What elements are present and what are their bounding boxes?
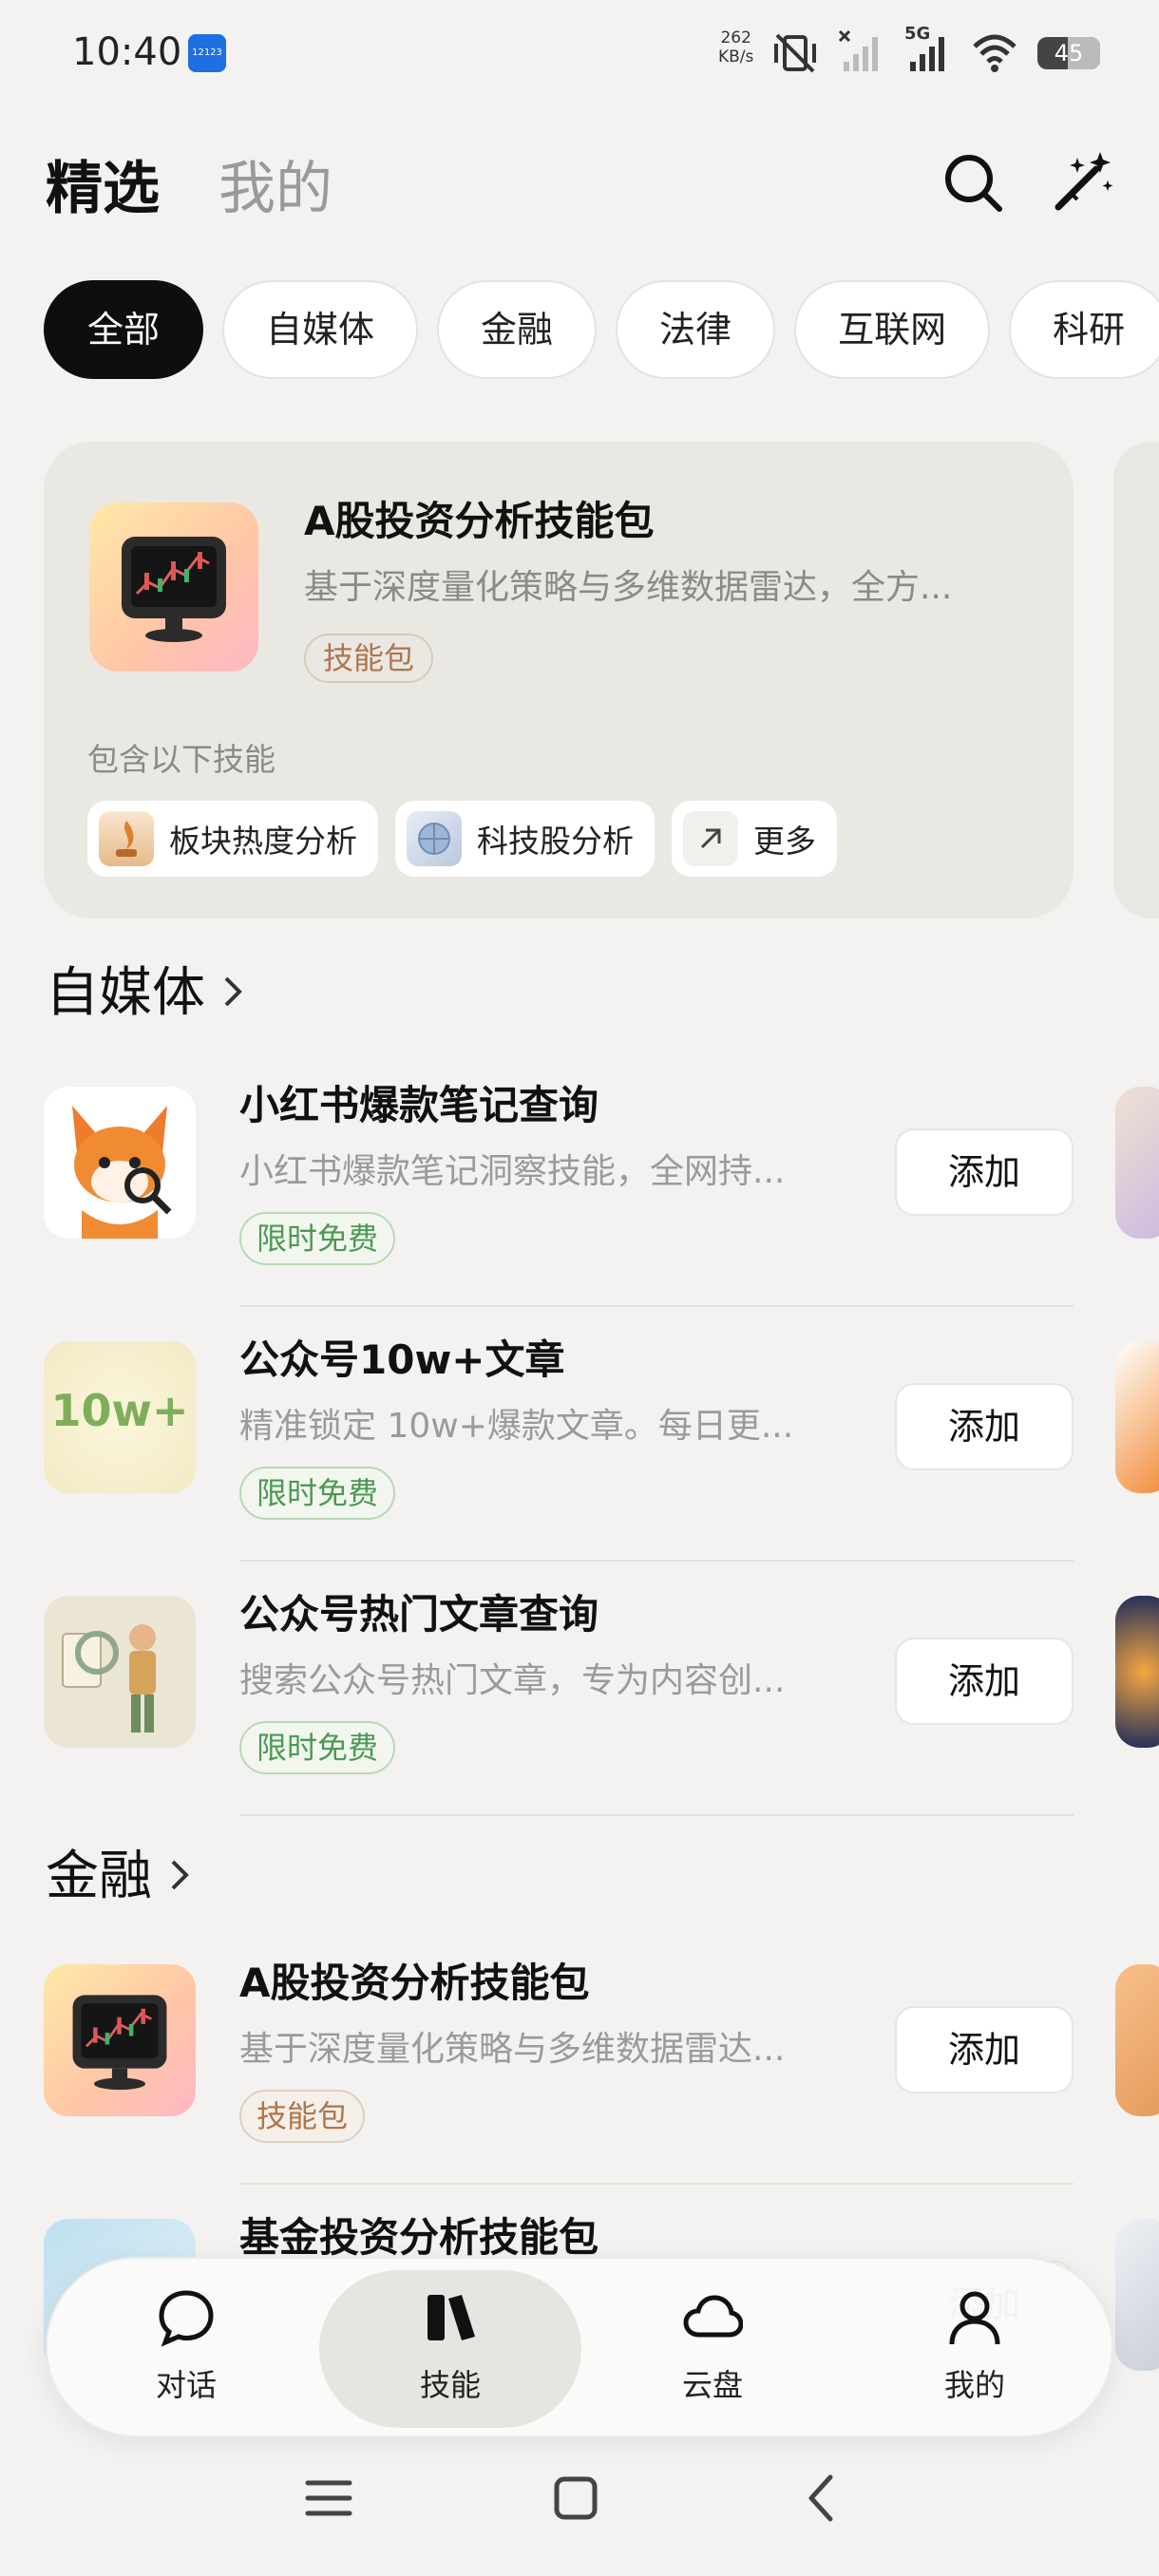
item-description: 搜索公众号热门文章，专为内容创... [239,1661,786,1700]
network-speed-unit: KB/s [718,47,754,66]
add-button[interactable]: 添加 [895,1383,1074,1470]
nav-chat-label: 对话 [155,2367,217,2403]
system-nav-bar [0,2460,1159,2555]
list-item-a-share-pack[interactable]: A股投资分析技能包 基于深度量化策略与多维数据雷达... 技能包 添加 [44,1930,1074,2185]
signal-no-service-icon [838,29,878,71]
cloud-icon [683,2295,743,2338]
section-title-self-media[interactable]: 自媒体 [46,950,245,1027]
researcher-magnifier-icon [44,1596,196,1748]
nav-cloud[interactable]: 云盘 [618,2287,808,2420]
skill-tech-stocks-label: 科技股分析 [477,823,634,860]
skill-tech-stocks[interactable]: 科技股分析 [395,801,655,877]
next-item-peek[interactable] [1115,1087,1159,1239]
next-item-peek[interactable] [1115,1596,1159,1748]
chat-bubble-icon [159,2290,214,2347]
section-title-finance[interactable]: 金融 [46,1833,192,1910]
skill-sector-heat[interactable]: 板块热度分析 [87,801,378,877]
next-item-peek[interactable] [1115,1341,1159,1493]
next-item-peek[interactable] [1115,2219,1159,2371]
flame-trophy-icon [99,811,154,866]
item-description: 基于深度量化策略与多维数据雷达... [239,2030,786,2069]
menu-icon[interactable] [291,2460,367,2536]
chip-all[interactable]: 全部 [44,280,204,379]
chip-self-media[interactable]: 自媒体 [222,280,419,379]
nav-skills-label: 技能 [419,2367,481,2403]
divider [239,1814,1074,1816]
home-icon[interactable] [538,2460,614,2536]
magic-wand-icon[interactable] [1049,148,1117,217]
ten-w-plus-icon: 10w+ [44,1341,196,1493]
skill-more-button[interactable]: 更多 [672,801,837,877]
chip-finance[interactable]: 金融 [437,280,598,379]
bottom-nav: 对话 技能 云盘 我的 [46,2257,1113,2437]
skills-book-icon [428,2295,475,2340]
stock-monitor-icon [44,1964,196,2116]
list-item-wechat-hot[interactable]: 公众号热门文章查询 搜索公众号热门文章，专为内容创... 限时免费 添加 [44,1562,1074,1816]
limited-free-badge: 限时免费 [239,1212,396,1265]
list-item-xiaohongshu[interactable]: 小红书爆款笔记查询 小红书爆款笔记洞察技能，全网持... 限时免费 添加 [44,1052,1074,1307]
traffic-app-icon: 12123 [188,34,226,72]
add-button[interactable]: 添加 [895,1128,1074,1216]
item-description: 精准锁定 10w+爆款文章。每日更... [239,1407,794,1446]
vibrate-mute-icon [774,33,816,73]
ten-w-plus-icon-text: 10w+ [50,1385,189,1436]
list-item-wechat-10w[interactable]: 10w+ 公众号10w+文章 精准锁定 10w+爆款文章。每日更... 限时免费… [44,1307,1074,1562]
item-description: 小红书爆款笔记洞察技能，全网持... [239,1152,786,1191]
network-speed-value: 262 [720,28,751,47]
featured-title: A股投资分析技能包 [304,498,655,544]
top-header: 精选 我的 [0,142,1159,228]
wifi-icon [973,34,1016,72]
chip-research[interactable]: 科研 [1009,280,1159,379]
included-skills: 板块热度分析 科技股分析 更多 [87,801,837,877]
item-title: A股投资分析技能包 [239,1960,590,2006]
includes-label: 包含以下技能 [87,741,276,778]
next-item-peek[interactable] [1115,1964,1159,2116]
status-icons: 5G 45 [771,24,1100,82]
battery-icon: 45 [1037,37,1100,69]
section-title-finance-label: 金融 [46,1846,152,1907]
tech-globe-icon [407,811,462,866]
stock-monitor-icon [89,502,258,672]
featured-description: 基于深度量化策略与多维数据雷达，全方... [304,568,953,607]
item-title: 基金投资分析技能包 [239,2214,599,2261]
nav-skills[interactable]: 技能 [355,2287,545,2420]
skill-sector-heat-label: 板块热度分析 [169,823,357,860]
fox-magnifier-icon [44,1087,196,1239]
chevron-right-icon [171,1860,189,1889]
nav-profile-label: 我的 [943,2367,1005,2403]
limited-free-badge: 限时免费 [239,1721,396,1774]
nav-profile[interactable]: 我的 [880,2287,1070,2420]
arrow-up-right-icon [683,811,738,866]
tab-mine[interactable]: 我的 [218,142,332,225]
person-icon [949,2291,1000,2345]
signal-5g-indicator: 5G [904,24,952,77]
chip-law[interactable]: 法律 [616,280,776,379]
chevron-right-icon [224,976,242,1006]
nav-cloud-label: 云盘 [681,2367,743,2403]
tab-featured[interactable]: 精选 [46,142,160,225]
status-bar: 10:40 12123 262 KB/s 5G 45 [0,0,1159,104]
search-icon[interactable] [940,150,1007,217]
next-featured-card-peek[interactable] [1113,442,1159,919]
battery-level: 45 [1054,40,1084,66]
back-icon[interactable] [785,2460,861,2536]
chip-internet[interactable]: 互联网 [794,280,991,379]
nav-chat[interactable]: 对话 [91,2287,281,2420]
add-button[interactable]: 添加 [895,1638,1074,1725]
network-type-label: 5G [904,24,931,44]
category-chips: 全部 自媒体 金融 法律 互联网 科研 [44,280,1159,379]
status-time: 10:40 [72,30,182,74]
skill-pack-badge: 技能包 [239,2090,366,2143]
section-title-self-media-label: 自媒体 [46,962,205,1024]
item-title: 小红书爆款笔记查询 [239,1082,599,1128]
featured-card[interactable]: A股投资分析技能包 基于深度量化策略与多维数据雷达，全方... 技能包 包含以下… [44,442,1074,919]
item-title: 公众号热门文章查询 [239,1591,599,1638]
skill-more-label: 更多 [753,823,816,860]
limited-free-badge: 限时免费 [239,1467,396,1520]
add-button[interactable]: 添加 [895,2006,1074,2093]
item-title: 公众号10w+文章 [239,1336,565,1383]
network-speed: 262 KB/s [718,28,753,66]
featured-badge: 技能包 [304,634,434,683]
